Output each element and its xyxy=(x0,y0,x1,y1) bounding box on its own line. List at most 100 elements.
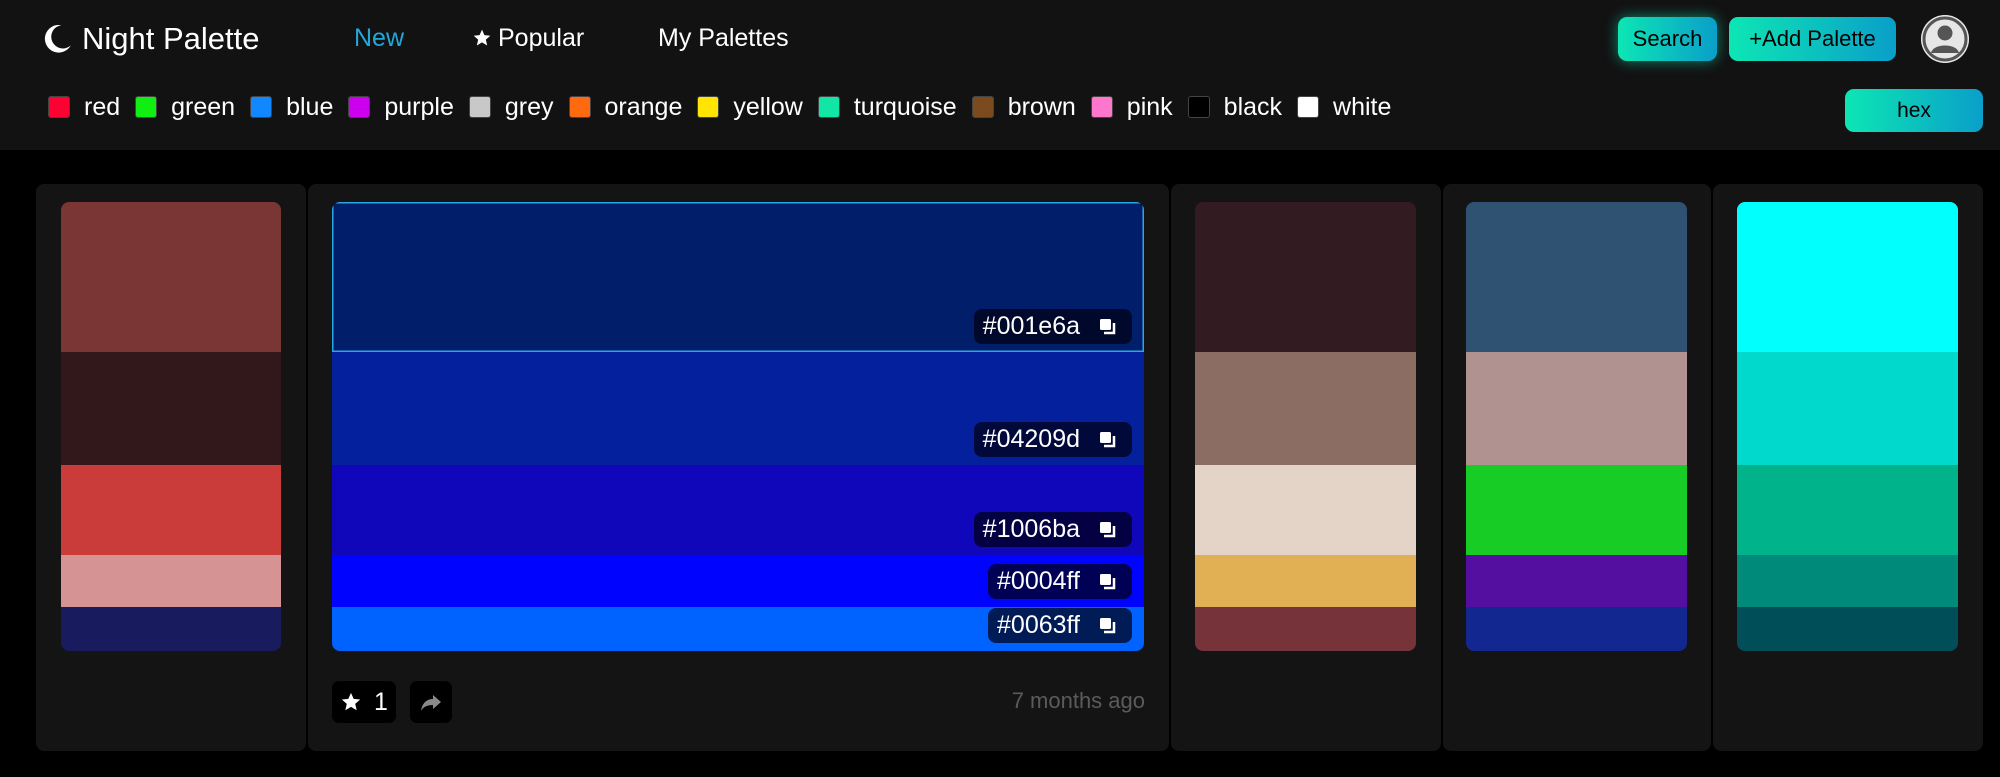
color-filter-yellow[interactable]: yellow xyxy=(697,92,803,122)
color-filter-bar: red green blue purple grey orange yellow turquo… xyxy=(48,90,1406,124)
add-palette-button[interactable]: +Add Palette xyxy=(1729,17,1896,61)
color-segment[interactable]: #04209d xyxy=(332,352,1144,465)
color-segment[interactable] xyxy=(1466,465,1687,555)
color-swatch xyxy=(135,96,158,118)
color-segment[interactable] xyxy=(1466,202,1687,352)
color-filter-turquoise[interactable]: turquoise xyxy=(817,92,957,122)
color-segment[interactable] xyxy=(1737,465,1958,555)
color-segment[interactable]: #0004ff xyxy=(332,555,1144,607)
hex-code-label: #0004ff xyxy=(997,567,1080,595)
color-swatch xyxy=(250,96,273,118)
color-segment[interactable]: #0063ff xyxy=(332,607,1144,651)
color-filter-brown[interactable]: brown xyxy=(971,93,1076,122)
search-button[interactable]: Search xyxy=(1618,17,1717,61)
color-filter-label: green xyxy=(171,92,236,121)
hex-code-tag[interactable]: #0004ff xyxy=(988,564,1132,599)
hex-code-label: #0063ff xyxy=(997,611,1080,639)
palette-swatch-stack[interactable] xyxy=(61,202,281,651)
moon-icon xyxy=(44,24,71,53)
palette-card[interactable] xyxy=(1713,184,1983,751)
user-icon xyxy=(1921,15,1969,63)
palette-card[interactable] xyxy=(36,184,306,751)
nav-my-palettes[interactable]: My Palettes xyxy=(658,20,789,56)
color-filter-green[interactable]: green xyxy=(135,93,235,122)
color-swatch xyxy=(568,96,591,118)
color-segment[interactable] xyxy=(61,352,281,465)
nav-popular-label: Popular xyxy=(498,24,585,52)
share-icon xyxy=(421,695,441,711)
hex-code-tag[interactable]: #04209d xyxy=(973,422,1132,457)
color-filter-label: turquoise xyxy=(853,92,957,121)
color-segment[interactable] xyxy=(1737,555,1958,607)
color-filter-orange[interactable]: orange xyxy=(568,92,683,122)
color-segment[interactable] xyxy=(61,607,281,651)
color-segment[interactable] xyxy=(1195,202,1416,352)
color-filter-pink[interactable]: pink xyxy=(1090,92,1173,122)
hex-code-label: #1006ba xyxy=(982,515,1080,543)
color-segment[interactable] xyxy=(1195,465,1416,555)
palette-swatch-stack[interactable]: #001e6a #04209d #1006ba #0004ff #0063ff xyxy=(332,202,1144,651)
color-filter-label: blue xyxy=(286,92,334,121)
color-filter-grey[interactable]: grey xyxy=(468,92,554,122)
nav-new[interactable]: New xyxy=(354,20,404,56)
color-filter-white[interactable]: white xyxy=(1297,93,1391,122)
color-segment[interactable] xyxy=(1195,555,1416,607)
color-filter-label: orange xyxy=(604,92,683,121)
color-segment[interactable] xyxy=(1737,352,1958,465)
hex-code-label: #001e6a xyxy=(982,312,1080,340)
palette-swatch-stack[interactable] xyxy=(1195,202,1416,651)
hex-code-tag[interactable]: #1006ba xyxy=(973,512,1132,547)
color-segment[interactable] xyxy=(1195,607,1416,651)
palette-card[interactable] xyxy=(1171,184,1441,751)
color-segment[interactable] xyxy=(61,555,281,607)
palette-swatch-stack[interactable] xyxy=(1466,202,1687,651)
color-filter-black[interactable]: black xyxy=(1187,92,1283,122)
color-filter-purple[interactable]: purple xyxy=(348,93,454,122)
color-swatch xyxy=(348,96,371,118)
color-filter-label: yellow xyxy=(733,92,803,121)
color-filter-label: black xyxy=(1223,92,1283,121)
color-segment[interactable] xyxy=(1466,555,1687,607)
avatar[interactable] xyxy=(1921,15,1969,63)
color-filter-label: grey xyxy=(504,92,554,121)
timestamp: 7 months ago xyxy=(1011,688,1145,713)
color-swatch xyxy=(48,96,70,118)
star-button[interactable]: 1 xyxy=(332,681,396,723)
color-segment[interactable] xyxy=(61,465,281,555)
color-swatch xyxy=(1090,96,1113,118)
color-segment[interactable] xyxy=(1466,607,1687,651)
color-filter-blue[interactable]: blue xyxy=(250,93,333,122)
palette-swatch-stack[interactable] xyxy=(1737,202,1958,651)
color-swatch xyxy=(971,96,994,118)
star-icon xyxy=(341,692,361,711)
nav-popular[interactable]: Popular xyxy=(472,20,584,56)
copy-icon[interactable] xyxy=(1098,317,1118,337)
palette-card[interactable] xyxy=(1443,184,1711,751)
copy-icon[interactable] xyxy=(1098,616,1118,636)
copy-icon[interactable] xyxy=(1098,430,1118,450)
color-filter-label: white xyxy=(1333,92,1392,121)
color-segment[interactable] xyxy=(61,202,281,352)
color-segment[interactable]: #001e6a xyxy=(332,202,1144,352)
color-filter-label: red xyxy=(84,92,121,121)
color-segment[interactable] xyxy=(1466,352,1687,465)
color-segment[interactable] xyxy=(1737,202,1958,352)
hex-code-tag[interactable]: #0063ff xyxy=(988,608,1132,643)
color-filter-red[interactable]: red xyxy=(48,93,120,122)
color-swatch xyxy=(1187,96,1210,118)
app-logo[interactable]: Night Palette xyxy=(40,18,260,60)
hex-code-tag[interactable]: #001e6a xyxy=(973,309,1132,344)
color-segment[interactable]: #1006ba xyxy=(332,465,1144,555)
share-button[interactable] xyxy=(410,681,452,723)
app-title: Night Palette xyxy=(82,21,260,56)
top-header: Night Palette New Popular My Palettes Se… xyxy=(0,0,2000,150)
color-segment[interactable] xyxy=(1737,607,1958,651)
color-filter-label: pink xyxy=(1126,92,1173,121)
hex-toggle-button[interactable]: hex xyxy=(1845,89,1983,132)
copy-icon[interactable] xyxy=(1098,572,1118,592)
color-segment[interactable] xyxy=(1195,352,1416,465)
palette-card-expanded[interactable]: #001e6a #04209d #1006ba #0004ff #0063ff xyxy=(308,184,1169,751)
star-count: 1 xyxy=(374,687,388,716)
color-swatch xyxy=(817,96,840,118)
copy-icon[interactable] xyxy=(1098,520,1118,540)
